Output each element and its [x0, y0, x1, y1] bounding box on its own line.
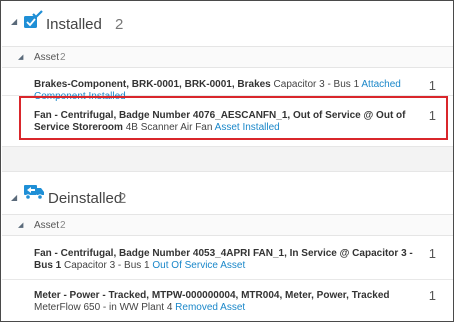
- installed-asset-group[interactable]: ◢ Asset 2: [2, 46, 453, 68]
- highlight-box: [19, 96, 448, 140]
- group-caret-icon[interactable]: ◢: [18, 53, 23, 61]
- item-detail: MeterFlow 650 - in WW Plant 4: [34, 302, 173, 313]
- group-count: 2: [60, 220, 66, 231]
- group-label: Asset: [34, 52, 60, 63]
- installed-count: 2: [115, 16, 124, 33]
- item-detail: Capacitor 3 - Bus 1: [273, 79, 360, 90]
- group-count: 2: [60, 52, 66, 63]
- item-detail: Capacitor 3 - Bus 1: [64, 260, 150, 271]
- item-text: Meter - Power - Tracked, MTPW-000000004,…: [34, 290, 424, 314]
- group-label: Asset: [34, 220, 60, 231]
- item-name: Meter - Power - Tracked, MTPW-000000004,…: [34, 290, 390, 301]
- item-status-link[interactable]: Removed Asset: [175, 302, 245, 313]
- item-text: Fan - Centrifugal, Badge Number 4053_4AP…: [34, 248, 424, 272]
- deinstalled-header[interactable]: ◢ Deinstalled 2: [2, 172, 453, 208]
- list-item[interactable]: Meter - Power - Tracked, MTPW-000000004,…: [2, 280, 453, 321]
- truck-icon: [23, 183, 45, 206]
- deinstalled-asset-group[interactable]: ◢ Asset 2: [2, 214, 453, 236]
- screenshot-frame: ◢ Installed 2 ◢ Asset 2 Brakes-Component…: [0, 0, 454, 322]
- installed-title: Installed: [46, 16, 102, 33]
- collapse-caret-icon[interactable]: ◢: [11, 17, 17, 26]
- deinstalled-count: 2: [118, 190, 127, 207]
- installed-asset-icon: [22, 10, 44, 35]
- list-item[interactable]: Brakes-Component, BRK-0001, BRK-0001, Br…: [2, 68, 453, 102]
- item-quantity: 1: [428, 78, 436, 93]
- section-separator: [2, 146, 453, 172]
- item-quantity: 1: [428, 288, 436, 303]
- group-caret-icon[interactable]: ◢: [18, 221, 23, 229]
- item-name: Brakes-Component, BRK-0001, BRK-0001, Br…: [34, 79, 271, 90]
- deinstalled-section: ◢ Deinstalled 2 ◢ Asset 2 Fan - Centrifu…: [2, 172, 453, 321]
- collapse-caret-icon[interactable]: ◢: [11, 193, 17, 202]
- item-quantity: 1: [428, 246, 436, 261]
- list-item[interactable]: Fan - Centrifugal, Badge Number 4053_4AP…: [2, 236, 453, 280]
- item-status-link[interactable]: Out Of Service Asset: [152, 260, 245, 271]
- installed-section: ◢ Installed 2 ◢ Asset 2 Brakes-Component…: [2, 2, 453, 146]
- installed-header[interactable]: ◢ Installed 2: [2, 2, 453, 38]
- deinstalled-title: Deinstalled: [48, 190, 123, 207]
